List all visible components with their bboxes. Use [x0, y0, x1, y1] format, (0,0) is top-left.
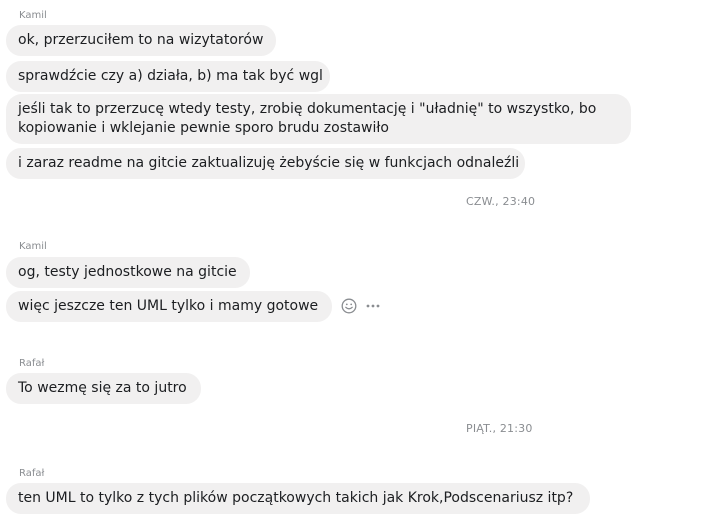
- sender-name: Rafał: [19, 358, 45, 369]
- message-bubble[interactable]: og, testy jednostkowe na gitcie: [6, 257, 250, 288]
- sender-name: Kamil: [19, 10, 47, 21]
- sender-name: Kamil: [19, 241, 47, 252]
- message-bubble[interactable]: i zaraz readme na gitcie zaktualizuję że…: [6, 148, 525, 179]
- message-bubble[interactable]: sprawdźcie czy a) działa, b) ma tak być …: [6, 61, 330, 92]
- timestamp: CZW., 23:40: [466, 195, 536, 208]
- emoji-icon[interactable]: [340, 297, 358, 315]
- message-bubble[interactable]: ten UML to tylko z tych plików początkow…: [6, 483, 590, 514]
- message-bubble[interactable]: To wezmę się za to jutro: [6, 373, 201, 404]
- timestamp: PIĄT., 21:30: [466, 422, 533, 435]
- message-bubble[interactable]: więc jeszcze ten UML tylko i mamy gotowe: [6, 291, 332, 322]
- sender-name: Rafał: [19, 468, 45, 479]
- message-bubble[interactable]: ok, przerzuciłem to na wizytatorów: [6, 25, 276, 56]
- message-actions: [340, 297, 382, 315]
- message-bubble[interactable]: jeśli tak to przerzucę wtedy testy, zrob…: [6, 94, 631, 144]
- more-options-icon[interactable]: [364, 297, 382, 315]
